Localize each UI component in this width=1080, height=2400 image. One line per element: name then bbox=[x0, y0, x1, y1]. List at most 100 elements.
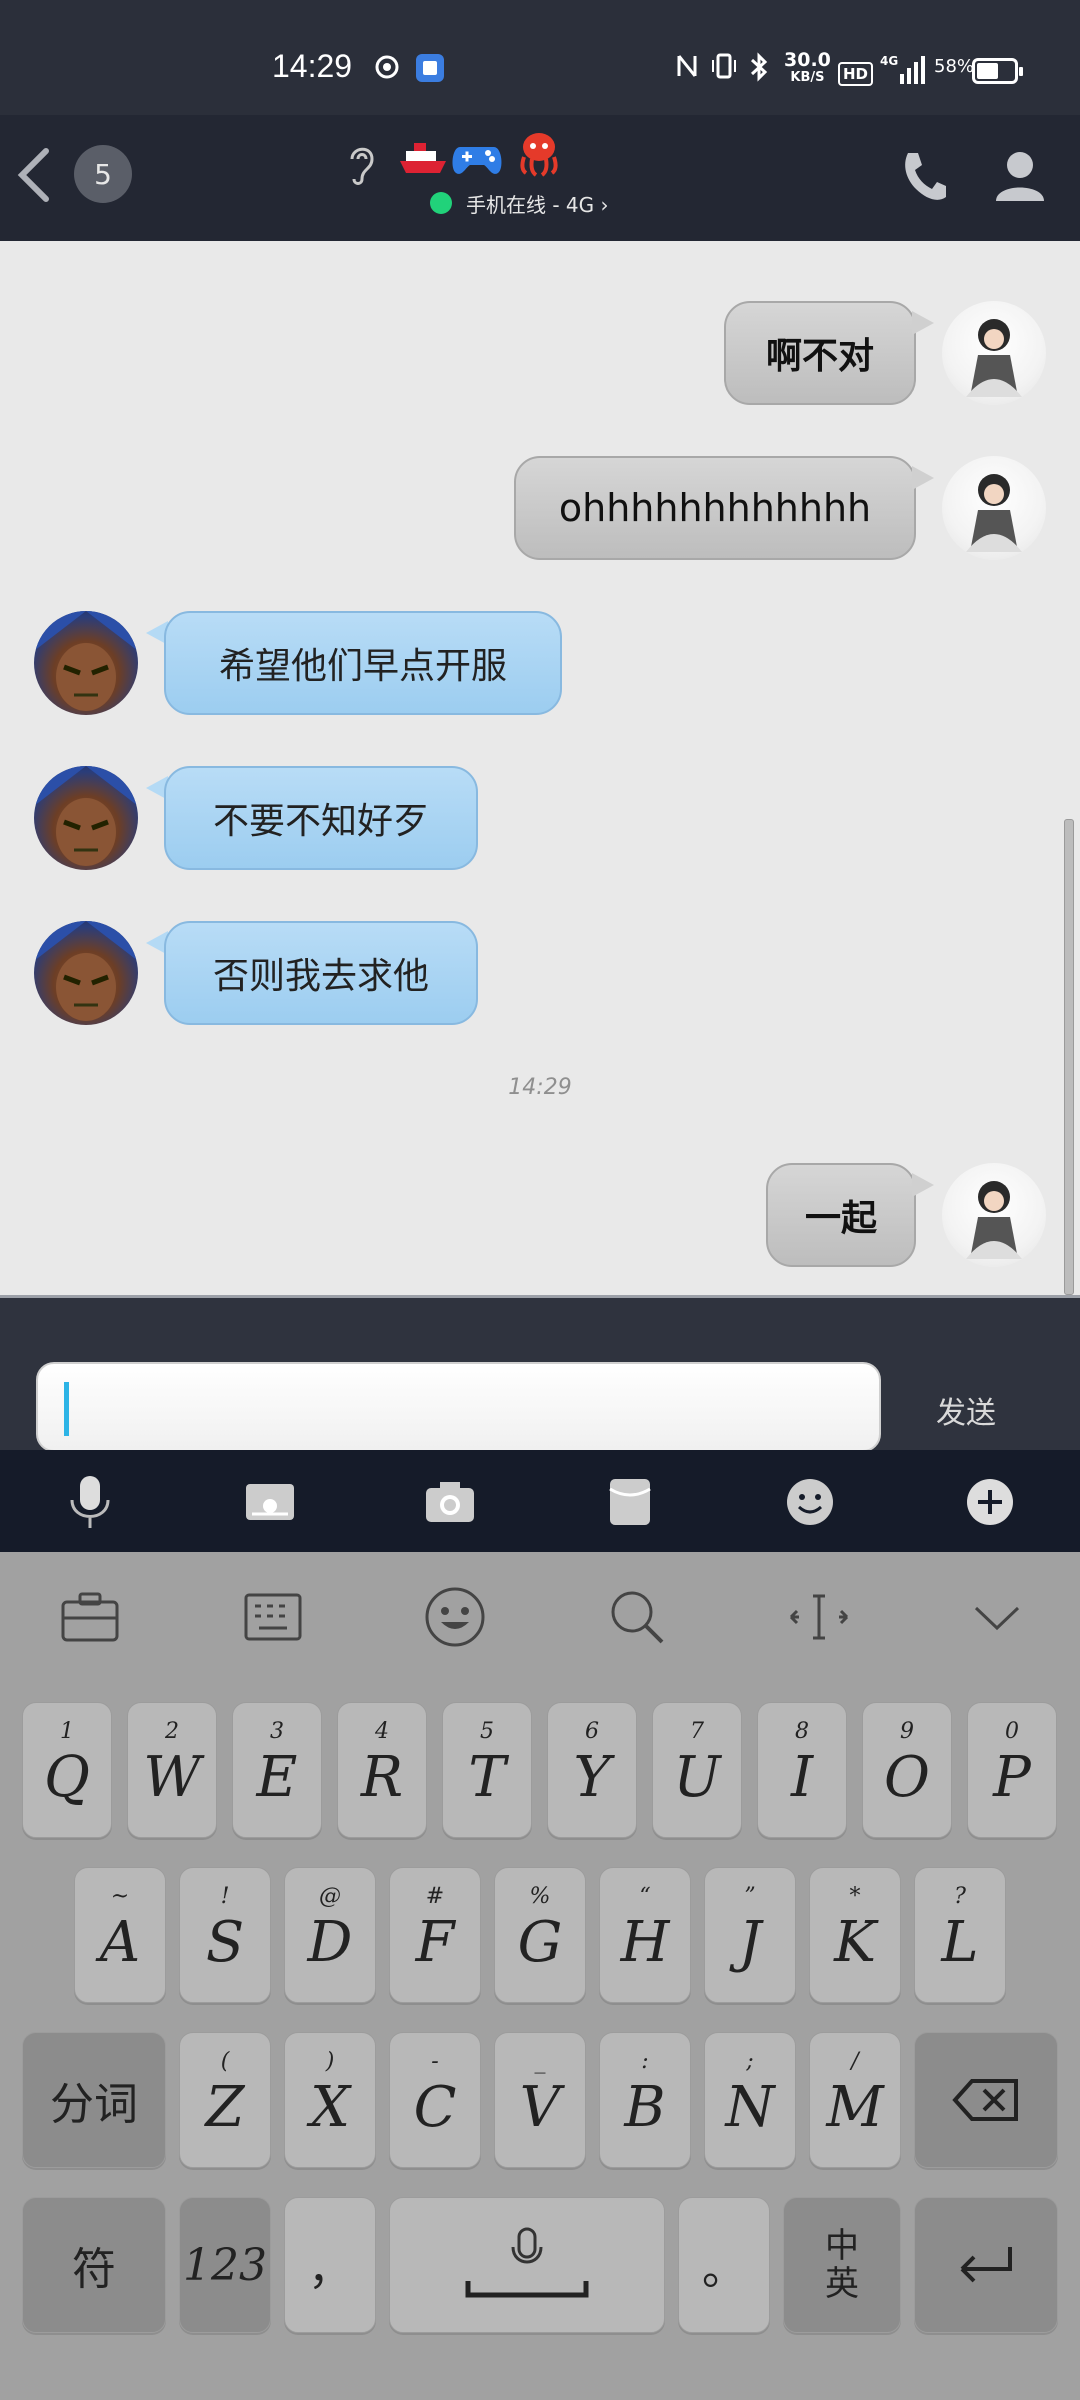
key-u[interactable]: 7U bbox=[652, 1702, 742, 1838]
unread-count-badge[interactable]: 5 bbox=[74, 145, 132, 203]
backspace-key[interactable] bbox=[914, 2032, 1058, 2168]
key-label: L bbox=[941, 1910, 979, 1975]
app-notification-icon bbox=[414, 52, 446, 91]
key-t[interactable]: 5T bbox=[442, 1702, 532, 1838]
toolbox-icon[interactable] bbox=[55, 1582, 125, 1652]
message-row: 一起 bbox=[0, 1163, 1080, 1267]
message-bubble-incoming[interactable]: 希望他们早点开服 bbox=[164, 611, 562, 715]
hd-badge: HD bbox=[838, 56, 874, 86]
chat-message-list[interactable]: 啊不对 ohhhhhhhhhhhh 希望他们早点开服 不要不知好歹 否则我去求他… bbox=[0, 241, 1080, 1295]
avatar-contact[interactable] bbox=[34, 611, 138, 715]
segment-key[interactable]: 分词 bbox=[22, 2032, 166, 2168]
key-label: P bbox=[993, 1745, 1031, 1810]
camera-icon[interactable] bbox=[422, 1474, 478, 1530]
key-g[interactable]: % G bbox=[494, 1867, 586, 2003]
key-sub-label: 5 bbox=[480, 1719, 494, 1744]
key-label: V bbox=[519, 2075, 561, 2140]
message-input[interactable] bbox=[36, 1362, 881, 1452]
enter-key[interactable] bbox=[914, 2197, 1058, 2333]
phone-icon[interactable] bbox=[898, 149, 948, 203]
period-key[interactable]: 。 bbox=[678, 2197, 770, 2333]
key-x[interactable]: ) X bbox=[284, 2032, 376, 2168]
key-r[interactable]: 4R bbox=[337, 1702, 427, 1838]
key-s[interactable]: ! S bbox=[179, 1867, 271, 2003]
person-icon[interactable] bbox=[992, 147, 1048, 203]
backspace-icon bbox=[915, 2033, 1057, 2167]
key-j[interactable]: ” J bbox=[704, 1867, 796, 2003]
symbol-key[interactable]: 符 bbox=[22, 2197, 166, 2333]
image-icon[interactable] bbox=[242, 1474, 298, 1530]
red-packet-icon[interactable] bbox=[602, 1474, 658, 1530]
key-w[interactable]: 2W bbox=[127, 1702, 217, 1838]
key-sub-label: 0 bbox=[1005, 1719, 1019, 1744]
avatar-self[interactable] bbox=[942, 1163, 1046, 1267]
chat-toolbar bbox=[0, 1450, 1080, 1552]
key-q[interactable]: 1Q bbox=[22, 1702, 112, 1838]
key-b[interactable]: :B bbox=[599, 2032, 691, 2168]
avatar-contact[interactable] bbox=[34, 921, 138, 1025]
microphone-icon[interactable] bbox=[62, 1474, 118, 1530]
avatar-self[interactable] bbox=[942, 456, 1046, 560]
key-i[interactable]: 8I bbox=[757, 1702, 847, 1838]
key-sub-label: 9 bbox=[900, 1719, 914, 1744]
octopus-icon bbox=[514, 129, 564, 179]
message-bubble-incoming[interactable]: 否则我去求他 bbox=[164, 921, 478, 1025]
avatar-self[interactable] bbox=[942, 301, 1046, 405]
key-label: E bbox=[256, 1745, 298, 1810]
key-v[interactable]: _ V bbox=[494, 2032, 586, 2168]
language-switch-key[interactable]: 中 英 bbox=[783, 2197, 901, 2333]
message-text: 否则我去求他 bbox=[212, 956, 429, 997]
key-label: K bbox=[834, 1910, 876, 1975]
key-n[interactable]: ; N bbox=[704, 2032, 796, 2168]
keyboard-icon[interactable] bbox=[238, 1582, 308, 1652]
key-label: B bbox=[624, 2075, 666, 2140]
key-label: J bbox=[738, 1910, 762, 1975]
key-h[interactable]: “H bbox=[599, 1867, 691, 2003]
chat-scrollbar[interactable] bbox=[1064, 819, 1074, 1295]
key-label: G bbox=[517, 1910, 563, 1975]
key-sub-label: 3 bbox=[270, 1719, 284, 1744]
message-row: 啊不对 bbox=[0, 301, 1080, 405]
language-switch-label: 中 英 bbox=[784, 2198, 900, 2332]
vibrate-icon bbox=[710, 52, 738, 87]
key-p[interactable]: 0P bbox=[967, 1702, 1057, 1838]
space-key[interactable] bbox=[389, 2197, 665, 2333]
key-d[interactable]: @ D bbox=[284, 1867, 376, 2003]
key-y[interactable]: 6Y bbox=[547, 1702, 637, 1838]
message-bubble-outgoing[interactable]: ohhhhhhhhhhhh bbox=[514, 456, 916, 560]
plus-icon[interactable] bbox=[962, 1474, 1018, 1530]
key-k[interactable]: * K bbox=[809, 1867, 901, 2003]
comma-key[interactable]: ， bbox=[284, 2197, 376, 2333]
key-sub-label: 1 bbox=[60, 1719, 74, 1744]
message-bubble-incoming[interactable]: 不要不知好歹 bbox=[164, 766, 478, 870]
hd-label: HD bbox=[838, 62, 874, 86]
collapse-icon[interactable] bbox=[962, 1582, 1032, 1652]
key-l[interactable]: ? L bbox=[914, 1867, 1006, 2003]
key-e[interactable]: 3E bbox=[232, 1702, 322, 1838]
key-c[interactable]: -C bbox=[389, 2032, 481, 2168]
network-speed: 30.0 KB/S bbox=[784, 51, 831, 86]
search-icon[interactable] bbox=[602, 1582, 672, 1652]
key-a[interactable]: ~ A bbox=[74, 1867, 166, 2003]
key-f[interactable]: # F bbox=[389, 1867, 481, 2003]
emoji-icon[interactable] bbox=[782, 1474, 838, 1530]
key-m[interactable]: / M bbox=[809, 2032, 901, 2168]
key-z[interactable]: (Z bbox=[179, 2032, 271, 2168]
cursor-move-icon[interactable] bbox=[784, 1582, 854, 1652]
key-label: F bbox=[415, 1910, 455, 1975]
number-key[interactable]: 123 bbox=[179, 2197, 271, 2333]
message-text: 一起 bbox=[804, 1198, 877, 1239]
key-label: W bbox=[143, 1745, 201, 1810]
message-text: 希望他们早点开服 bbox=[218, 646, 507, 687]
key-o[interactable]: 9O bbox=[862, 1702, 952, 1838]
message-row: 不要不知好歹 bbox=[0, 766, 1080, 870]
avatar-contact[interactable] bbox=[34, 766, 138, 870]
key-label: U bbox=[673, 1745, 721, 1810]
send-button[interactable]: 发送 bbox=[936, 1388, 996, 1432]
chevron-left-icon[interactable] bbox=[14, 145, 54, 205]
message-bubble-outgoing[interactable]: 一起 bbox=[766, 1163, 916, 1267]
message-bubble-outgoing[interactable]: 啊不对 bbox=[724, 301, 916, 405]
emoji-icon[interactable] bbox=[420, 1582, 490, 1652]
bluetooth-icon bbox=[748, 52, 770, 89]
online-status-text[interactable]: 手机在线 - 4G › bbox=[466, 189, 609, 218]
